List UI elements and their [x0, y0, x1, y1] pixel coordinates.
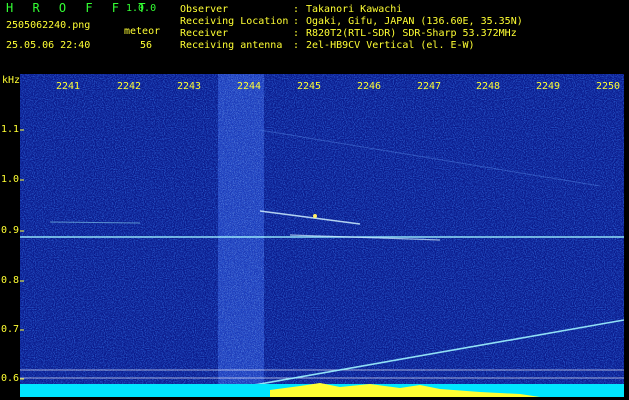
x-tick-label: 2241 — [56, 81, 81, 92]
observer-label: Observer — [180, 4, 229, 15]
meteor-count: 56 — [140, 40, 153, 51]
x-tick-label: 2245 — [297, 81, 322, 92]
waterfall-spectrogram — [20, 74, 624, 397]
echo-hotspot — [313, 214, 317, 218]
app-version: 1.0.0 — [126, 3, 157, 14]
x-tick-label: 2242 — [117, 81, 142, 92]
location-label: Receiving Location — [180, 16, 289, 27]
y-tick-label: 1.1 — [1, 124, 20, 135]
file-name: 2505062240.png — [6, 20, 91, 31]
y-tick-label: 0.6 — [1, 373, 20, 384]
capture-datetime: 25.05.06 22:40 — [6, 40, 91, 51]
y-tick-label: 1.0 — [1, 174, 20, 185]
receiver-sep: : — [293, 28, 300, 39]
y-axis-unit: kHz — [2, 75, 21, 86]
x-tick-label: 2243 — [177, 81, 202, 92]
observer-sep: : — [293, 4, 300, 15]
antenna-value: 2el-HB9CV Vertical (el. E-W) — [306, 40, 475, 51]
y-tick-label: 0.8 — [1, 275, 20, 286]
antenna-sep: : — [293, 40, 300, 51]
location-sep: : — [293, 16, 300, 27]
location-value: Ogaki, Gifu, JAPAN (136.60E, 35.35N) — [306, 16, 523, 27]
antenna-label: Receiving antenna — [180, 40, 283, 51]
receiver-value: R820T2(RTL-SDR) SDR-Sharp 53.372MHz — [306, 28, 517, 39]
x-tick-label: 2249 — [536, 81, 561, 92]
meteor-label: meteor — [124, 26, 161, 37]
y-tick-label: 0.9 — [1, 225, 20, 236]
x-tick-label: 2247 — [417, 81, 442, 92]
x-tick-label: 2246 — [357, 81, 382, 92]
header-panel: H R O F F T 1.0.0 2505062240.png meteor … — [0, 0, 629, 72]
noise-band-speckle — [218, 74, 264, 397]
x-tick-label: 2248 — [476, 81, 501, 92]
observer-value: Takanori Kawachi — [306, 4, 403, 15]
receiver-label: Receiver — [180, 28, 229, 39]
x-tick-label: 2244 — [237, 81, 262, 92]
x-tick-label: 2250 — [596, 81, 621, 92]
y-tick-label: 0.7 — [1, 324, 20, 335]
